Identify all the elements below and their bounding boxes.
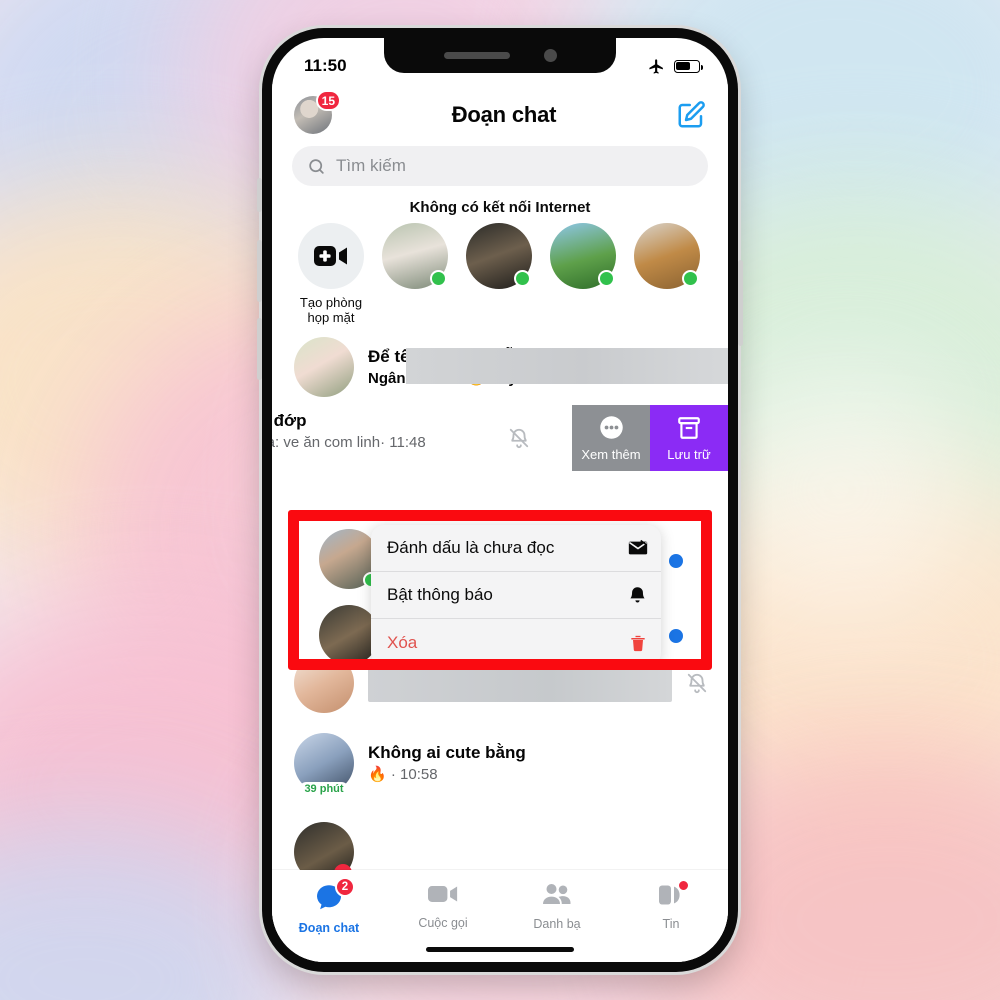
- compose-icon[interactable]: [676, 100, 706, 130]
- tab-calls[interactable]: Cuộc gọi: [386, 882, 500, 930]
- bell-icon: [626, 584, 649, 607]
- tab-label: Cuộc gọi: [418, 916, 468, 930]
- tab-label: Đoạn chat: [298, 921, 360, 935]
- tab-badge: 2: [335, 877, 355, 897]
- avatar: 39 phút: [294, 733, 354, 796]
- phone-screen: 11:50 15 Đoạn chat Tìm kiếm Không có kết…: [272, 38, 728, 962]
- volume-down-button[interactable]: [257, 318, 262, 380]
- battery-icon: [674, 59, 703, 73]
- page-title: Đoạn chat: [451, 102, 557, 127]
- mute-icon: [509, 428, 529, 449]
- chat-snippet: 🔥 · 10:58: [368, 765, 438, 783]
- active-user-2[interactable]: [464, 223, 534, 289]
- table-row[interactable]: 39 phút Không ai cute bằng 🔥 · 10:58: [272, 721, 728, 801]
- airplane-icon: [649, 58, 663, 74]
- earpiece-speaker-icon: [443, 52, 510, 59]
- home-indicator[interactable]: [426, 947, 574, 952]
- avatar: [319, 529, 379, 589]
- chat-snippet: pha: ve ăn com linh· 11:48: [272, 434, 426, 451]
- chat-name: ay đớp: [272, 411, 307, 430]
- tab-chats[interactable]: 2 Đoạn chat: [272, 877, 386, 935]
- avatar-badge: 15: [315, 90, 341, 111]
- search-icon: [309, 158, 324, 174]
- mute-icon: [687, 673, 707, 694]
- online-dot: [598, 270, 615, 287]
- status-time: 11:50: [304, 56, 347, 75]
- menu-item-label: Bật thông báo: [387, 585, 493, 604]
- mute-switch[interactable]: [257, 178, 262, 212]
- unread-dot: [669, 629, 683, 643]
- online-dot: [682, 270, 699, 287]
- notch: [384, 38, 616, 73]
- profile-avatar[interactable]: 15: [294, 90, 341, 134]
- context-menu[interactable]: Đánh dấu là chưa đọc Bật thông báo Xóa: [371, 525, 661, 659]
- swipe-action-label: Lưu trữ: [667, 446, 711, 462]
- tab-stories[interactable]: Tin: [614, 879, 728, 931]
- menu-item-label: Đánh dấu là chưa đọc: [387, 538, 555, 557]
- mark-unread-icon: [626, 537, 649, 560]
- search-input[interactable]: Tìm kiếm: [292, 146, 708, 186]
- swipe-action-more[interactable]: Xem thêm: [572, 405, 650, 471]
- archive-icon: [678, 416, 700, 439]
- tab-contacts[interactable]: Danh bạ: [500, 882, 614, 931]
- video-camera-icon: [428, 886, 458, 902]
- menu-item-turn-on-notifications[interactable]: Bật thông báo: [371, 572, 661, 619]
- active-user-3[interactable]: [548, 223, 618, 289]
- swipe-action-archive[interactable]: Lưu trữ: [650, 405, 728, 471]
- active-user-1[interactable]: [380, 223, 450, 289]
- online-dot: [514, 270, 531, 287]
- menu-item-mark-unread[interactable]: Đánh dấu là chưa đọc: [371, 525, 661, 572]
- power-button[interactable]: [738, 260, 743, 346]
- chat-name: Không ai cute bằng: [368, 742, 526, 762]
- avatar: [319, 605, 379, 659]
- app-header: 15 Đoạn chat: [272, 84, 728, 146]
- online-dot: [430, 270, 447, 287]
- volume-up-button[interactable]: [257, 240, 262, 302]
- phone-device-frame: 11:50 15 Đoạn chat Tìm kiếm Không có kết…: [257, 28, 743, 972]
- video-plus-icon: [298, 223, 364, 289]
- swipe-action-label: Xem thêm: [581, 447, 641, 462]
- tab-label: Danh bạ: [533, 917, 581, 931]
- offline-banner: Không có kết nối Internet: [409, 199, 591, 216]
- create-room-label: Tạo phòng họp mặt: [299, 295, 363, 325]
- search-placeholder: Tìm kiếm: [336, 156, 406, 175]
- front-camera-icon: [543, 49, 557, 62]
- create-room-button[interactable]: Tạo phòng họp mặt: [296, 223, 366, 325]
- unread-dot: [669, 554, 683, 568]
- highlight-box: bao nhá nhiều vào nhé Đánh dấu là chưa đ…: [288, 510, 712, 670]
- active-users-row[interactable]: Tạo phòng họp mặt: [272, 219, 728, 331]
- menu-item-delete[interactable]: Xóa: [371, 619, 661, 659]
- people-icon: [543, 884, 571, 904]
- active-minutes-badge: 39 phút: [299, 782, 349, 796]
- active-user-4[interactable]: [632, 223, 702, 289]
- avatar: [294, 337, 354, 397]
- trash-icon: [626, 631, 649, 654]
- tab-label: Tin: [662, 917, 680, 931]
- tab-notification-dot: [677, 879, 690, 892]
- table-row-swiped[interactable]: ay đớp pha: ve ăn com linh· 11:48 Xem: [272, 405, 728, 471]
- more-dots-icon: [599, 416, 623, 439]
- censored-overlay: [406, 348, 728, 384]
- menu-item-label: Xóa: [387, 632, 418, 652]
